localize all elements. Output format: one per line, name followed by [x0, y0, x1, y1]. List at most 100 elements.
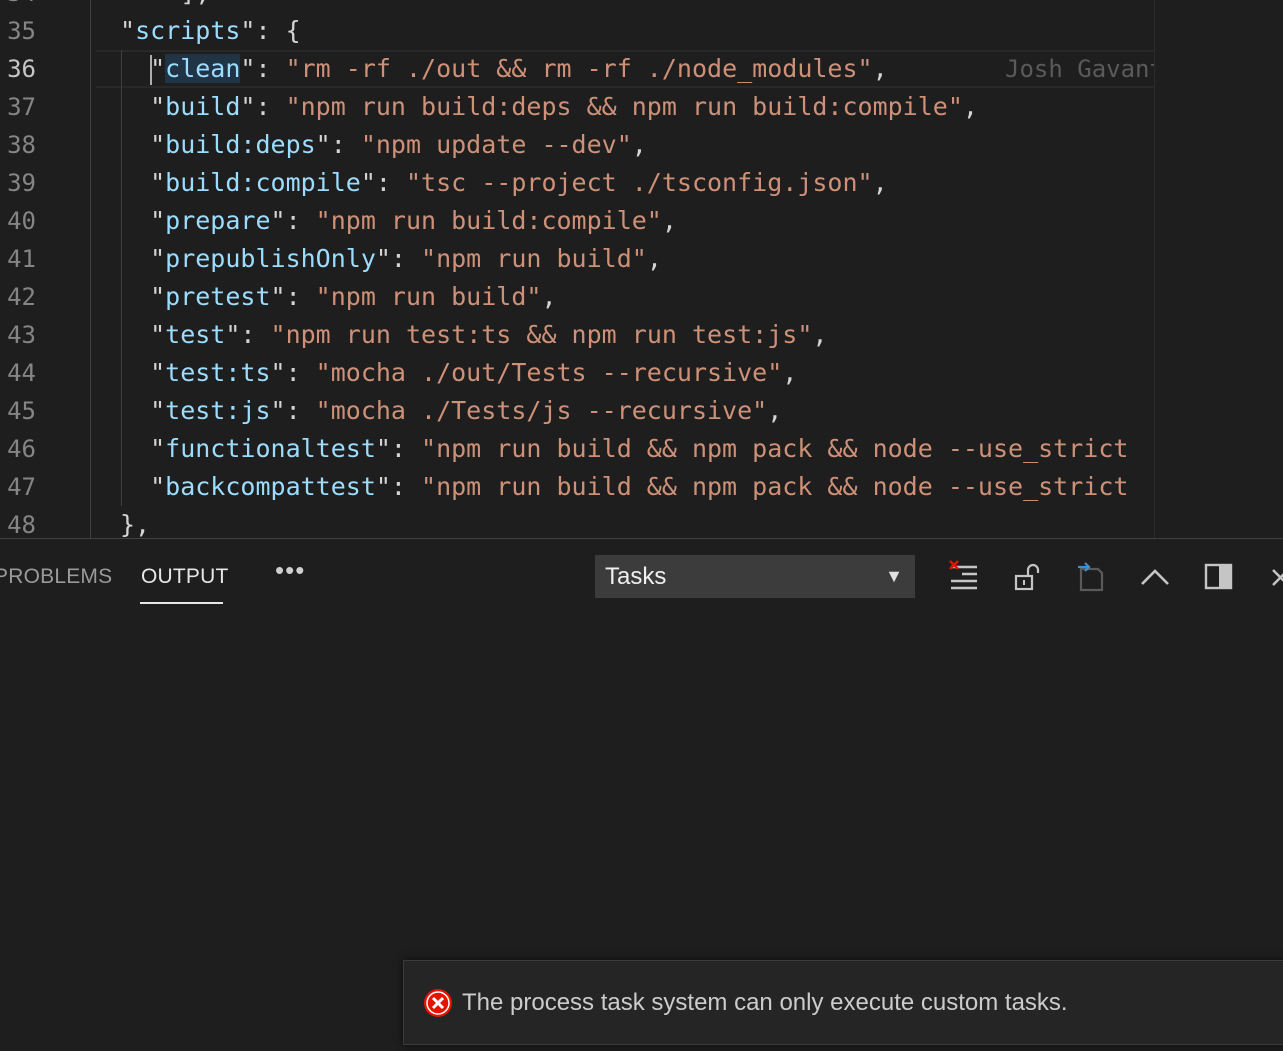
code-text: "scripts": { [120, 12, 301, 50]
indent-guide [121, 50, 122, 506]
line-number: 43 [7, 321, 36, 349]
code-text: "backcompattest": "npm run build && npm … [120, 468, 1128, 506]
line-number: 38 [7, 131, 36, 159]
code-line[interactable]: 41 "prepublishOnly": "npm run build", [0, 240, 1154, 278]
json-string: "mocha ./Tests/js --recursive" [315, 396, 768, 425]
punctuation: , [812, 320, 828, 349]
code-text: "functionaltest": "npm run build && npm … [120, 430, 1128, 468]
punctuation: " [120, 92, 166, 121]
punctuation: ": [240, 92, 286, 121]
punctuation: " [120, 282, 166, 311]
line-number: 39 [7, 169, 36, 197]
punctuation: ": [225, 320, 271, 349]
punctuation: ": [270, 358, 316, 387]
json-string: "npm run test:ts && npm run test:js" [270, 320, 813, 349]
code-line[interactable]: 39 "build:compile": "tsc --project ./tsc… [0, 164, 1154, 202]
code-line[interactable]: 42 "pretest": "npm run build", [0, 278, 1154, 316]
json-key: scripts [135, 16, 241, 45]
json-key: backcompattest [165, 472, 376, 501]
lock-scroll-icon[interactable] [1010, 559, 1046, 595]
code-line[interactable]: 34 ], [0, 0, 1154, 12]
error-icon [423, 988, 453, 1018]
toggle-panel-position-icon[interactable] [1201, 559, 1237, 595]
punctuation: }, [120, 510, 151, 538]
line-number: 40 [7, 207, 36, 235]
json-string: "npm run build" [315, 282, 542, 311]
minimap[interactable] [1154, 0, 1283, 538]
json-key: build [165, 92, 241, 121]
open-log-file-icon[interactable] [1073, 559, 1109, 595]
json-key: clean [165, 54, 241, 83]
more-tabs-button[interactable]: ••• [275, 555, 305, 586]
editor[interactable]: 34 ],35"scripts": {36 "clean": "rm -rf .… [0, 0, 1283, 538]
punctuation: " [120, 130, 166, 159]
code-line[interactable]: 43 "test": "npm run test:ts && npm run t… [0, 316, 1154, 354]
punctuation: " [120, 168, 166, 197]
json-string: "npm run build && npm pack && node --use… [421, 434, 1129, 463]
json-string: "npm update --dev" [360, 130, 632, 159]
code-text: "build:deps": "npm update --dev", [120, 126, 647, 164]
json-key: test:ts [165, 358, 271, 387]
punctuation: " [120, 396, 166, 425]
line-number: 41 [7, 245, 36, 273]
punctuation: " [120, 244, 166, 273]
code-text: "prepublishOnly": "npm run build", [120, 240, 662, 278]
punctuation: " [120, 16, 136, 45]
code-line[interactable]: 38 "build:deps": "npm update --dev", [0, 126, 1154, 164]
json-key: prepublishOnly [165, 244, 376, 273]
code-line[interactable]: 48}, [0, 506, 1154, 538]
punctuation: , [962, 92, 978, 121]
code-text: "build": "npm run build:deps && npm run … [120, 88, 978, 126]
json-key: build:compile [165, 168, 361, 197]
code-text: ], [120, 0, 210, 12]
code-text: "build:compile": "tsc --project ./tsconf… [120, 164, 888, 202]
git-blame-annotation: Josh Gavant [1005, 55, 1154, 83]
error-notification[interactable]: The process task system can only execute… [403, 960, 1283, 1045]
clear-output-icon[interactable] [946, 559, 982, 595]
punctuation: , [767, 396, 783, 425]
code-line[interactable]: 37 "build": "npm run build:deps && npm r… [0, 88, 1154, 126]
json-key: test:js [165, 396, 271, 425]
code-line[interactable]: 47 "backcompattest": "npm run build && n… [0, 468, 1154, 506]
indent-guide [90, 0, 91, 538]
json-string: "npm run build:deps && npm run build:com… [285, 92, 963, 121]
line-number: 46 [7, 435, 36, 463]
punctuation: ": [375, 434, 422, 463]
code-line[interactable]: 35 "scripts": { [0, 12, 1154, 50]
code-area[interactable]: 34 ],35"scripts": {36 "clean": "rm -rf .… [0, 0, 1154, 538]
code-line[interactable]: 36 "clean": "rm -rf ./out && rm -rf ./no… [0, 50, 1154, 88]
tab-output[interactable]: OUTPUT [141, 565, 229, 589]
close-panel-icon[interactable] [1264, 559, 1283, 595]
punctuation: , [661, 206, 677, 235]
json-string: "mocha ./out/Tests --recursive" [315, 358, 783, 387]
maximize-panel-icon[interactable] [1137, 559, 1173, 595]
punctuation: ": [375, 244, 422, 273]
punctuation: ": [315, 130, 361, 159]
json-key: pretest [165, 282, 271, 311]
line-number: 37 [7, 93, 36, 121]
punctuation: , [872, 168, 888, 197]
code-text: "test:ts": "mocha ./out/Tests --recursiv… [120, 354, 797, 392]
vscode-window: 34 ],35"scripts": {36 "clean": "rm -rf .… [0, 0, 1283, 1051]
punctuation: ": [240, 54, 286, 83]
json-string: "npm run build:compile" [315, 206, 662, 235]
code-line[interactable]: 45 "test:js": "mocha ./Tests/js --recurs… [0, 392, 1154, 430]
line-number: 42 [7, 283, 36, 311]
punctuation: ], [120, 0, 210, 7]
tab-problems[interactable]: PROBLEMS [0, 565, 112, 589]
line-number: 44 [7, 359, 36, 387]
code-line[interactable]: 46 "functionaltest": "npm run build && n… [0, 430, 1154, 468]
line-number: 34 [0, 0, 36, 12]
line-number: 35 [7, 17, 36, 45]
punctuation: ": { [240, 16, 301, 45]
punctuation: " [120, 358, 166, 387]
line-number: 45 [7, 397, 36, 425]
code-line[interactable]: 44 "test:ts": "mocha ./out/Tests --recur… [0, 354, 1154, 392]
output-channel-select[interactable]: Tasks ▼ [595, 555, 915, 598]
code-text: }, [120, 506, 150, 538]
json-string: "tsc --project ./tsconfig.json" [405, 168, 873, 197]
code-text: "clean": "rm -rf ./out && rm -rf ./node_… [120, 50, 888, 88]
json-key: build:deps [165, 130, 316, 159]
code-text: "prepare": "npm run build:compile", [120, 202, 677, 240]
code-line[interactable]: 40 "prepare": "npm run build:compile", [0, 202, 1154, 240]
